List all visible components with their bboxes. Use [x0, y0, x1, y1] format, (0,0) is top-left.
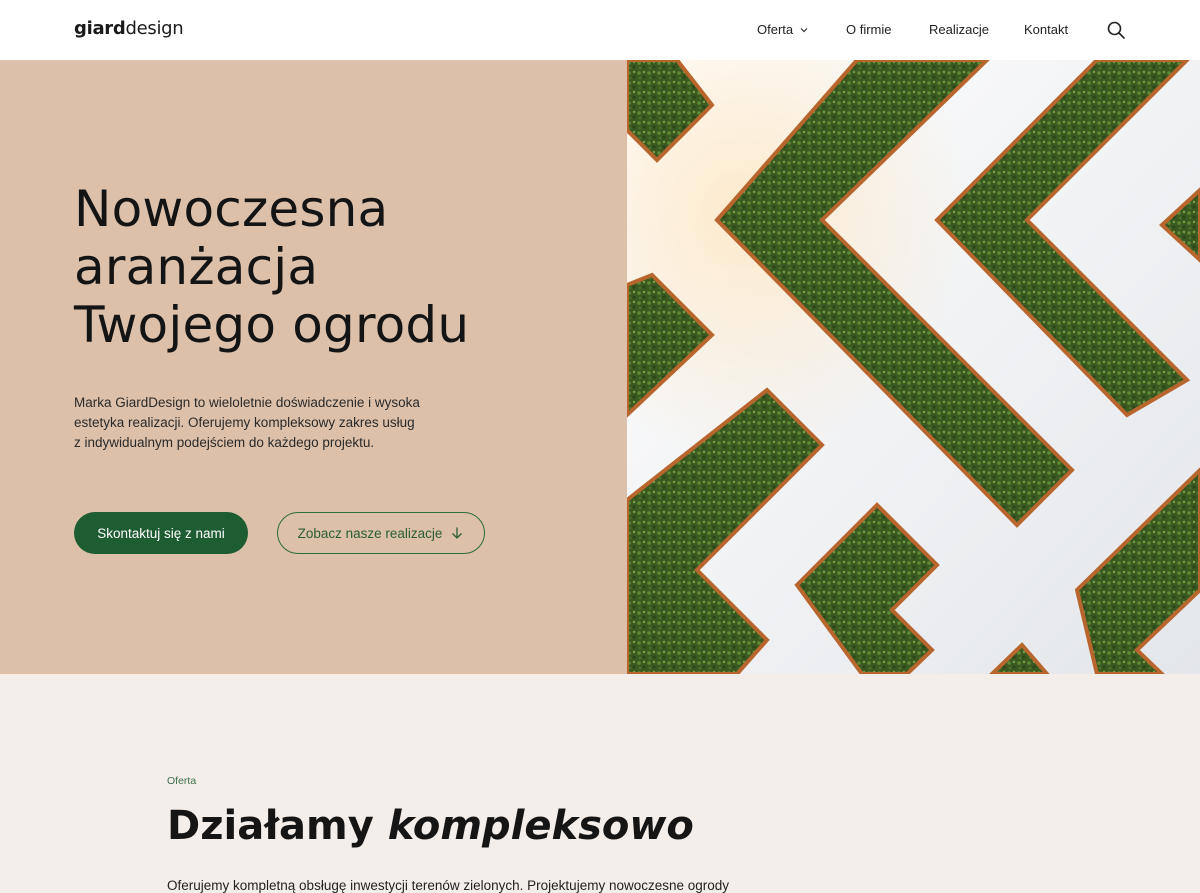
logo-light-part: design	[125, 18, 184, 39]
arrow-down-icon	[452, 527, 463, 539]
see-projects-label: Zobacz nasze realizacje	[297, 525, 443, 541]
hero-description-line-3: z indywidualnym podejściem do każdego pr…	[74, 435, 375, 450]
section-label: Oferta	[167, 775, 197, 787]
logo-bold-part: giard	[74, 18, 126, 39]
hero-section	[0, 60, 627, 674]
hero-image	[627, 60, 1200, 674]
section-title-italic: kompleksowo	[387, 803, 694, 849]
hero-description-line-2: estetyka realizacji. Oferujemy komplekso…	[74, 415, 415, 430]
nav-item-oferta[interactable]: Oferta	[757, 22, 809, 37]
hedge-maze-photo	[627, 60, 1200, 674]
see-projects-button[interactable]: Zobacz nasze realizacje	[277, 512, 485, 554]
section-description: Oferujemy kompletną obsługę inwestycji t…	[167, 878, 730, 893]
hero-title-line-3: Twojego ogrodu	[74, 296, 470, 354]
hero-description: Marka GiardDesign to wieloletnie doświad…	[74, 393, 474, 453]
logo[interactable]: giarddesign	[74, 18, 184, 39]
chevron-down-icon	[800, 27, 808, 32]
hero-title-line-2: aranżacja	[74, 238, 319, 296]
hero-title: Nowoczesna aranżacja Twojego ogrodu	[74, 180, 594, 354]
contact-us-button[interactable]: Skontaktuj się z nami	[74, 512, 248, 554]
section-title: Działamy kompleksowo	[167, 800, 694, 852]
nav-item-realizacje[interactable]: Realizacje	[929, 22, 989, 37]
hero-title-line-1: Nowoczesna	[74, 180, 389, 238]
site-header: giarddesign Oferta O firmie Realizacje K…	[0, 0, 1200, 60]
nav-item-kontakt[interactable]: Kontakt	[1024, 22, 1068, 37]
search-icon[interactable]	[1106, 20, 1126, 40]
hero-description-line-1: Marka GiardDesign to wieloletnie doświad…	[74, 395, 420, 410]
section-title-regular: Działamy	[167, 803, 388, 849]
nav-label-oferta: Oferta	[757, 22, 794, 37]
nav-item-o-firmie[interactable]: O firmie	[846, 22, 892, 37]
